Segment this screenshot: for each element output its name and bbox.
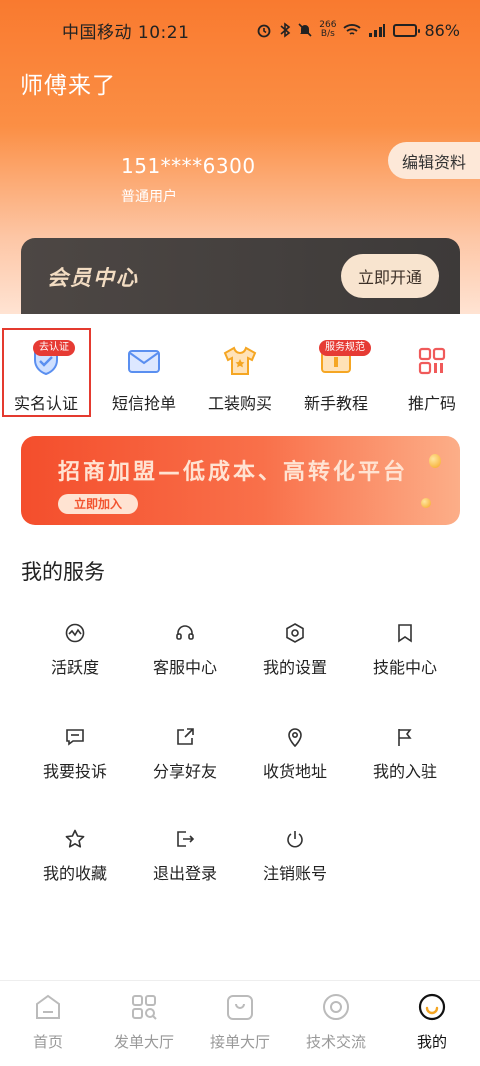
service-item-logout[interactable]: 退出登录: [130, 828, 240, 890]
tab-home[interactable]: 首页: [0, 981, 96, 1066]
user-phone: 151****6300: [121, 154, 256, 178]
quick-actions: 去认证 实名认证 短信抢单 工装购买 服务规范 新手教程 推广码: [0, 314, 480, 420]
service-item-customer-service[interactable]: 客服中心: [130, 622, 240, 684]
order-box-icon: [227, 995, 253, 1020]
tab-label: 首页: [32, 1033, 63, 1051]
quick-item-label: 工装购买: [207, 394, 272, 413]
quick-item-promo-code[interactable]: 推广码: [386, 314, 478, 418]
app-title: 师傅来了: [20, 73, 116, 99]
service-label: 分享好友: [152, 762, 217, 781]
activity-icon: [65, 623, 85, 643]
service-label: 客服中心: [152, 658, 217, 677]
logout-icon: [177, 831, 195, 847]
tab-post-hall[interactable]: 发单大厅: [96, 981, 192, 1066]
vip-title: 会员中心: [47, 266, 139, 290]
service-item-complaint[interactable]: 我要投诉: [20, 726, 130, 788]
tab-label: 接单大厅: [209, 1033, 270, 1051]
service-label: 我的入驻: [372, 762, 437, 781]
settings-hex-icon: [286, 623, 304, 643]
vip-card[interactable]: 会员中心 立即开通: [21, 238, 460, 316]
headset-icon: [176, 625, 194, 640]
banner-join-button[interactable]: 立即加入: [58, 494, 138, 514]
service-item-delete-account[interactable]: 注销账号: [240, 828, 350, 890]
quick-item-tutorial[interactable]: 服务规范 新手教程: [290, 314, 382, 418]
power-icon: [287, 831, 303, 848]
coin-decoration: [429, 454, 441, 468]
banner-title: 招商加盟—低成本、高转化平台: [58, 460, 409, 485]
service-label: 注销账号: [262, 864, 327, 883]
bottom-tab-bar: 首页 发单大厅 接单大厅 技术交流 我的: [0, 980, 480, 1066]
star-icon: [65, 829, 85, 848]
envelope-icon: [128, 350, 160, 373]
battery-icon: [393, 23, 421, 37]
battery-percent: 86%: [424, 20, 460, 40]
flag-icon: [398, 729, 412, 746]
signal-icon: [369, 24, 386, 37]
profile-face-icon: [418, 993, 446, 1021]
status-icons: 266 B/s 86%: [256, 21, 460, 40]
shirt-icon: [223, 346, 257, 375]
service-item-skills[interactable]: 技能中心: [350, 622, 460, 684]
service-item-settle-in[interactable]: 我的入驻: [350, 726, 460, 788]
service-item-settings[interactable]: 我的设置: [240, 622, 350, 684]
service-label: 活跃度: [50, 658, 99, 677]
qr-code-icon: [418, 347, 446, 375]
status-bar: 中国移动 10:21 266 B/s 86%: [0, 0, 480, 60]
mute-icon: [298, 23, 312, 37]
net-speed: 266 B/s: [319, 21, 336, 39]
service-label: 退出登录: [152, 864, 217, 883]
home-icon: [36, 994, 60, 1019]
quick-item-uniform[interactable]: 工装购买: [194, 314, 286, 418]
tab-label: 发单大厅: [113, 1033, 174, 1051]
service-label: 我的设置: [262, 658, 327, 677]
service-rules-badge: 服务规范: [319, 340, 371, 356]
message-icon: [66, 729, 84, 746]
tab-order-hall[interactable]: 接单大厅: [192, 981, 288, 1066]
bookmark-icon: [398, 624, 412, 643]
carrier-time: 中国移动 10:21: [62, 22, 190, 43]
user-type: 普通用户: [121, 189, 177, 205]
service-label: 我要投诉: [42, 762, 107, 781]
profile-header: 中国移动 10:21 266 B/s 86% 师傅来了 151****6300 …: [0, 0, 480, 316]
wifi-icon: [343, 24, 362, 35]
quick-item-label: 推广码: [407, 394, 456, 413]
service-item-activity[interactable]: 活跃度: [20, 622, 130, 684]
quick-item-sms-grab[interactable]: 短信抢单: [98, 314, 190, 418]
community-icon: [323, 994, 349, 1020]
alarm-icon: [257, 24, 271, 38]
service-item-share[interactable]: 分享好友: [130, 726, 240, 788]
service-item-address[interactable]: 收货地址: [240, 726, 350, 788]
bluetooth-icon: [280, 22, 291, 38]
quick-item-label: 新手教程: [303, 394, 368, 413]
franchise-banner[interactable]: 招商加盟—低成本、高转化平台 立即加入: [21, 436, 460, 525]
edit-profile-button[interactable]: 编辑资料: [388, 142, 480, 179]
quick-item-label: 短信抢单: [111, 394, 176, 413]
quick-item-real-name[interactable]: 去认证 实名认证: [0, 314, 92, 418]
service-label: 收货地址: [262, 762, 327, 781]
tab-tech-exchange[interactable]: 技术交流: [288, 981, 384, 1066]
tab-label: 技术交流: [305, 1033, 366, 1051]
service-label: 我的收藏: [42, 864, 107, 883]
services-title: 我的服务: [21, 560, 105, 584]
vip-activate-button[interactable]: 立即开通: [341, 254, 439, 298]
share-icon: [177, 728, 194, 745]
location-pin-icon: [288, 728, 302, 748]
tab-label: 我的: [416, 1033, 447, 1051]
net-speed-unit: B/s: [320, 29, 335, 39]
service-item-favorites[interactable]: 我的收藏: [20, 828, 130, 890]
highlight-box: [2, 328, 91, 417]
grid-search-icon: [132, 995, 157, 1020]
service-label: 技能中心: [372, 658, 437, 677]
coin-decoration: [421, 498, 431, 508]
tab-mine[interactable]: 我的: [384, 981, 480, 1066]
